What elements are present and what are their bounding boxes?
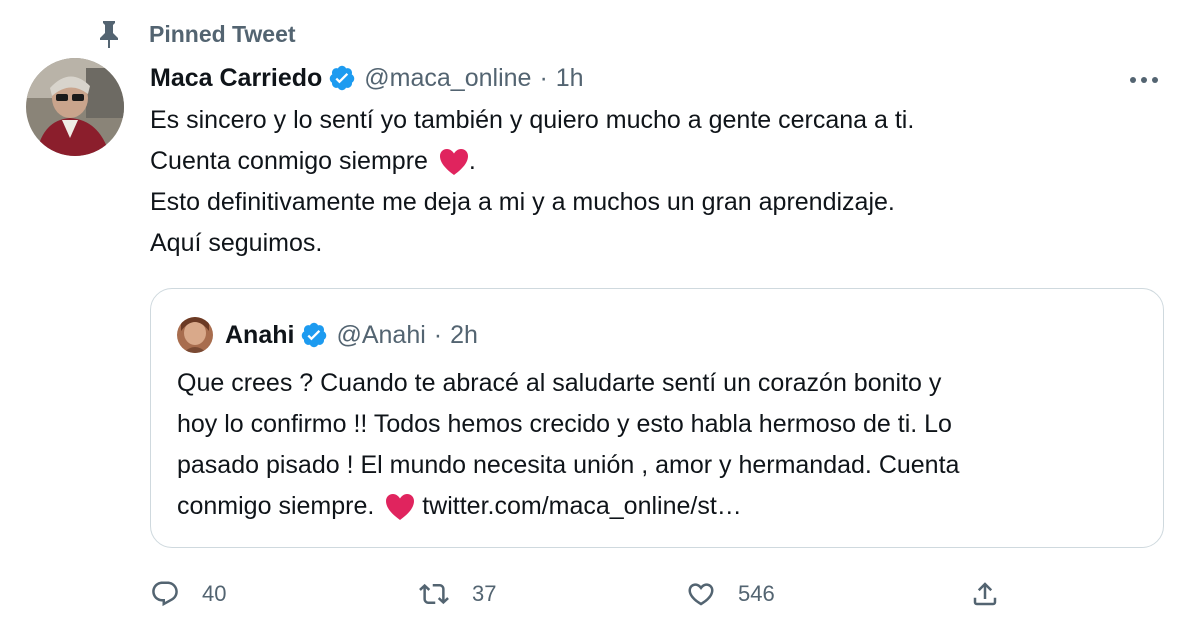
verified-badge-icon <box>300 321 328 349</box>
reply-button[interactable]: 40 <box>150 572 226 616</box>
quoted-avatar <box>177 317 213 353</box>
tweet-line-suffix: . <box>468 147 476 175</box>
author-handle[interactable]: @maca_online <box>364 64 531 93</box>
pinned-indicator: Pinned Tweet <box>94 18 296 50</box>
quoted-tweet-body: Que crees ? Cuando te abracé al saludart… <box>177 363 1137 527</box>
like-button[interactable]: 546 <box>686 572 775 616</box>
pin-icon <box>94 19 124 49</box>
quoted-line: pasado pisado ! El mundo necesita unión … <box>177 451 960 479</box>
author-name[interactable]: Maca Carriedo <box>150 64 322 93</box>
reply-count: 40 <box>202 581 227 606</box>
tweet-timestamp[interactable]: 1h <box>556 64 584 93</box>
avatar[interactable] <box>26 58 124 156</box>
quoted-line: Que crees ? Cuando te abracé al saludart… <box>177 369 942 397</box>
retweet-button[interactable]: 37 <box>418 572 496 616</box>
share-icon <box>970 579 1000 609</box>
tweet-header: Maca Carriedo @maca_online · 1h <box>150 58 584 98</box>
separator-dot: · <box>539 63 548 92</box>
like-count: 546 <box>738 581 775 606</box>
tweet-body: Es sincero y lo sentí yo también y quier… <box>150 100 1160 264</box>
share-button[interactable] <box>970 572 1000 616</box>
more-options-button[interactable] <box>1124 62 1164 98</box>
verified-badge-icon <box>328 64 356 92</box>
quoted-tweet[interactable]: Anahi @Anahi · 2h Que crees ? Cuando te … <box>150 288 1164 548</box>
red-heart-emoji-icon <box>385 493 415 521</box>
quoted-tweet-header: Anahi @Anahi · 2h <box>177 317 478 353</box>
quoted-author-handle: @Anahi <box>336 320 426 349</box>
quoted-timestamp: 2h <box>450 320 478 349</box>
quoted-link[interactable]: twitter.com/maca_online/st… <box>422 492 742 520</box>
tweet-line: Cuenta conmigo siempre . <box>150 141 1160 182</box>
heart-icon <box>686 579 716 609</box>
reply-icon <box>150 579 180 609</box>
quoted-author-name: Anahi <box>225 320 295 349</box>
tweet-line-text: Cuenta conmigo siempre <box>150 147 428 175</box>
tweet-line: Aquí seguimos. <box>150 229 323 257</box>
quoted-line-text: conmigo siempre. <box>177 492 375 520</box>
red-heart-emoji-icon <box>439 148 469 176</box>
pinned-tweet[interactable]: Pinned Tweet Maca Carriedo @maca_online … <box>0 0 1200 638</box>
more-icon <box>1130 77 1158 83</box>
tweet-line: Es sincero y lo sentí yo también y quier… <box>150 106 915 134</box>
tweet-actions: 40 37 546 <box>150 572 1010 616</box>
quoted-line: hoy lo confirmo !! Todos hemos crecido y… <box>177 410 952 438</box>
quoted-line: conmigo siempre. twitter.com/maca_online… <box>177 486 1137 527</box>
separator-dot: · <box>433 320 443 349</box>
pinned-label: Pinned Tweet <box>149 20 296 47</box>
retweet-icon <box>418 579 450 609</box>
tweet-line: Esto definitivamente me deja a mi y a mu… <box>150 188 895 216</box>
retweet-count: 37 <box>472 581 497 606</box>
